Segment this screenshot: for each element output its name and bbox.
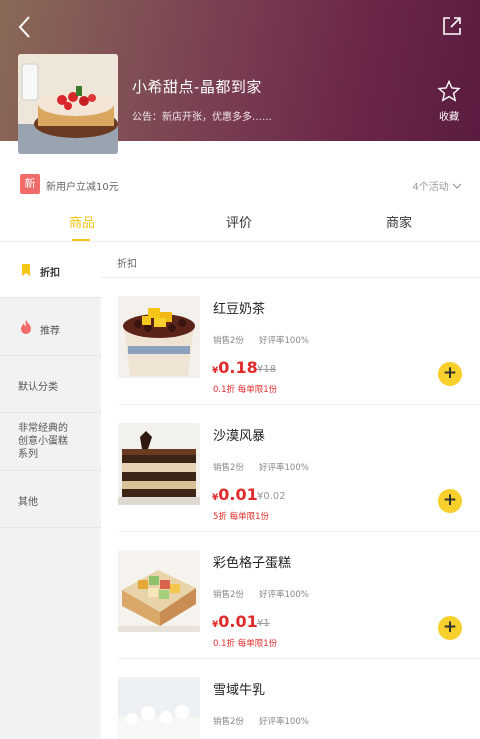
discount-info: 5折 每单限1份 — [213, 512, 270, 522]
tab-products[interactable]: 商品 — [69, 212, 95, 231]
tab-bar: 商品 评价 商家 — [0, 200, 480, 242]
shop-notice: 公告：新店开张，优惠多多…… — [132, 112, 272, 123]
product-sales: 销售2份 — [213, 590, 244, 600]
sidebar-item-label: 折扣 — [40, 268, 60, 279]
product-name: 红豆奶茶 — [213, 302, 266, 317]
product-rating: 好评率100% — [259, 717, 309, 727]
label-line: 系列 — [18, 449, 38, 460]
section-title: 折扣 — [117, 259, 137, 270]
original-price: ¥18 — [257, 364, 277, 375]
discount-info: 0.1折 每单限1份 — [213, 385, 278, 395]
category-sidebar: 折扣 推荐 默认分类 非常经典的 创意小蛋糕 系列 其他 — [0, 242, 101, 739]
price-value: 0.18 — [218, 358, 258, 377]
shop-header: 小希甜点-晶都到家 公告：新店开张，优惠多多…… 收藏 — [0, 0, 480, 154]
product-price: ¥0.01 — [212, 612, 258, 631]
discount-info: 0.1折 每单限1份 — [213, 639, 278, 649]
price-value: 0.01 — [218, 485, 258, 504]
product-image — [118, 550, 200, 632]
add-to-cart-button[interactable]: + — [438, 362, 462, 386]
product-item[interactable]: 沙漠风暴 销售2份 好评率100% ¥0.01 ¥0.02 5折 每单限1份 + — [101, 405, 480, 532]
add-to-cart-button[interactable]: + — [438, 616, 462, 640]
flame-icon — [19, 319, 33, 338]
favorite-button[interactable]: 收藏 — [434, 79, 464, 123]
original-price: ¥0.02 — [257, 491, 286, 502]
chevron-down-icon — [452, 182, 462, 193]
sidebar-item-creative-cakes[interactable]: 非常经典的 创意小蛋糕 系列 — [0, 413, 101, 471]
sidebar-item-label: 默认分类 — [18, 382, 58, 393]
activities-label: 4个活动 — [412, 182, 449, 193]
sidebar-item-default[interactable]: 默认分类 — [0, 356, 101, 413]
active-tab-indicator — [72, 239, 90, 241]
sidebar-item-label: 非常经典的 创意小蛋糕 系列 — [18, 422, 68, 461]
label-line: 创意小蛋糕 — [18, 436, 68, 447]
product-rating: 好评率100% — [259, 336, 309, 346]
sidebar-item-label: 其他 — [18, 497, 38, 508]
original-price: ¥1 — [257, 618, 270, 629]
star-icon — [437, 79, 461, 102]
share-icon[interactable] — [440, 14, 464, 38]
product-name: 沙漠风暴 — [213, 429, 266, 444]
price-value: 0.01 — [218, 612, 258, 631]
sidebar-item-discount[interactable]: 折扣 — [0, 242, 101, 298]
product-image — [118, 677, 200, 739]
new-user-badge: 新 — [20, 174, 40, 194]
product-image — [118, 423, 200, 505]
product-name: 彩色格子蛋糕 — [213, 556, 292, 571]
product-rating: 好评率100% — [259, 590, 309, 600]
label-line: 非常经典的 — [18, 423, 68, 434]
tab-reviews[interactable]: 评价 — [226, 212, 252, 231]
shop-name: 小希甜点-晶都到家 — [132, 78, 262, 96]
promo-text: 新用户立减10元 — [46, 182, 119, 193]
favorite-label: 收藏 — [439, 112, 459, 123]
discount-tag-icon — [19, 262, 33, 281]
promo-bar: 新 新用户立减10元 4个活动 — [0, 170, 480, 198]
product-price: ¥0.01 — [212, 485, 258, 504]
back-icon[interactable] — [14, 14, 38, 40]
tab-merchant[interactable]: 商家 — [386, 212, 412, 231]
product-sales: 销售2份 — [213, 336, 244, 346]
sidebar-item-other[interactable]: 其他 — [0, 471, 101, 528]
activities-dropdown[interactable]: 4个活动 — [412, 178, 462, 193]
sidebar-item-label: 推荐 — [40, 326, 60, 337]
product-rating: 好评率100% — [259, 463, 309, 473]
product-sales: 销售2份 — [213, 717, 244, 727]
product-image — [118, 296, 200, 378]
product-name: 雪域牛乳 — [213, 683, 266, 698]
product-price: ¥0.18 — [212, 358, 258, 377]
product-item[interactable]: 雪域牛乳 销售2份 好评率100% — [101, 659, 480, 739]
product-sales: 销售2份 — [213, 463, 244, 473]
product-item[interactable]: 红豆奶茶 销售2份 好评率100% ¥0.18 ¥18 0.1折 每单限1份 + — [101, 278, 480, 405]
shop-logo-image — [18, 54, 118, 154]
product-item[interactable]: 彩色格子蛋糕 销售2份 好评率100% ¥0.01 ¥1 0.1折 每单限1份 … — [101, 532, 480, 659]
sidebar-item-recommend[interactable]: 推荐 — [0, 298, 101, 356]
add-to-cart-button[interactable]: + — [438, 489, 462, 513]
